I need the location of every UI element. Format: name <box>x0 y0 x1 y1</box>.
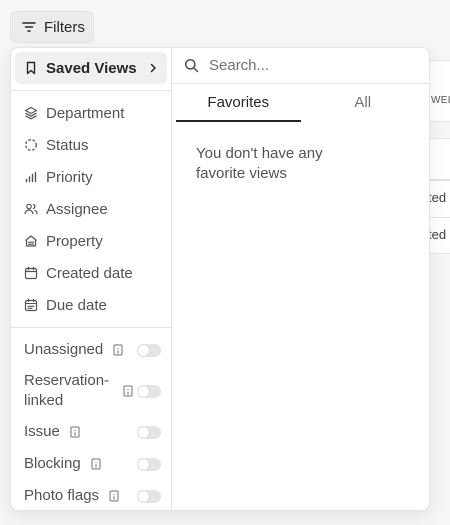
circle-dashed-icon <box>25 139 37 151</box>
info-icon <box>113 344 123 356</box>
saved-views-panel: Favorites All You don't have any favorit… <box>172 48 429 510</box>
filter-item-label: Priority <box>46 168 93 186</box>
filter-item-property[interactable]: Property <box>15 225 167 257</box>
info-icon <box>123 385 133 397</box>
building-icon <box>25 235 37 247</box>
filters-button[interactable]: Filters <box>10 11 94 43</box>
toggle-label: Blocking <box>24 455 81 472</box>
filters-popover: Saved Views Department Status Priority A… <box>10 47 430 511</box>
search-bar <box>172 48 429 84</box>
toggle-row-photo-flags[interactable]: Photo flags <box>15 480 167 510</box>
toggle-label: Reservation-linked <box>24 372 110 409</box>
search-input[interactable] <box>209 57 409 74</box>
photo-flags-toggle[interactable] <box>137 489 161 503</box>
toggle-label: Unassigned <box>24 341 104 358</box>
info-icon <box>109 490 119 502</box>
blocking-toggle[interactable] <box>137 457 161 471</box>
toggle-label: Photo flags <box>24 487 100 504</box>
tab-all[interactable]: All <box>301 84 426 122</box>
info-icon <box>91 458 101 470</box>
background-text: ted <box>428 190 447 205</box>
toggle-label: Issue <box>24 423 60 440</box>
saved-views-label: Saved Views <box>46 59 137 77</box>
issue-toggle[interactable] <box>137 425 161 439</box>
background-text: ted <box>428 227 447 242</box>
filter-item-label: Due date <box>46 296 107 314</box>
tab-favorites[interactable]: Favorites <box>176 84 301 122</box>
reservation-linked-toggle[interactable] <box>137 384 161 398</box>
chevron-right-icon <box>150 63 156 73</box>
filter-lines-icon <box>22 22 36 32</box>
calendar-plus-icon <box>24 266 38 280</box>
info-icon <box>70 426 80 438</box>
filter-item-label: Status <box>46 136 89 154</box>
filter-item-due-date[interactable]: Due date <box>15 289 167 321</box>
filter-item-priority[interactable]: Priority <box>15 161 167 193</box>
filter-item-department[interactable]: Department <box>15 97 167 129</box>
layers-icon <box>24 106 38 120</box>
toggle-row-reservation-linked[interactable]: Reservation-linked <box>15 366 167 416</box>
saved-views-item[interactable]: Saved Views <box>15 52 167 84</box>
unassigned-toggle[interactable] <box>137 343 161 357</box>
empty-state-message: You don't have any favorite views <box>196 145 323 182</box>
search-icon <box>184 58 199 73</box>
filter-item-label: Department <box>46 104 125 122</box>
toggle-row-issue[interactable]: Issue <box>15 416 167 448</box>
menu-divider <box>11 327 171 328</box>
toggle-row-unassigned[interactable]: Unassigned <box>15 334 167 366</box>
menu-divider <box>11 90 171 91</box>
filter-item-created-date[interactable]: Created date <box>15 257 167 289</box>
bookmark-icon <box>26 61 36 75</box>
filter-item-label: Assignee <box>46 200 108 218</box>
filter-item-label: Created date <box>46 264 133 282</box>
view-tabs: Favorites All <box>172 84 429 122</box>
filter-menu: Saved Views Department Status Priority A… <box>11 48 172 510</box>
background-text: WEI <box>431 95 450 106</box>
filter-item-status[interactable]: Status <box>15 129 167 161</box>
calendar-icon <box>24 298 38 312</box>
filters-button-label: Filters <box>44 18 85 36</box>
filter-item-label: Property <box>46 232 103 250</box>
toggle-row-blocking[interactable]: Blocking <box>15 448 167 480</box>
signal-icon <box>25 171 37 183</box>
users-icon <box>24 203 38 215</box>
filter-item-assignee[interactable]: Assignee <box>15 193 167 225</box>
